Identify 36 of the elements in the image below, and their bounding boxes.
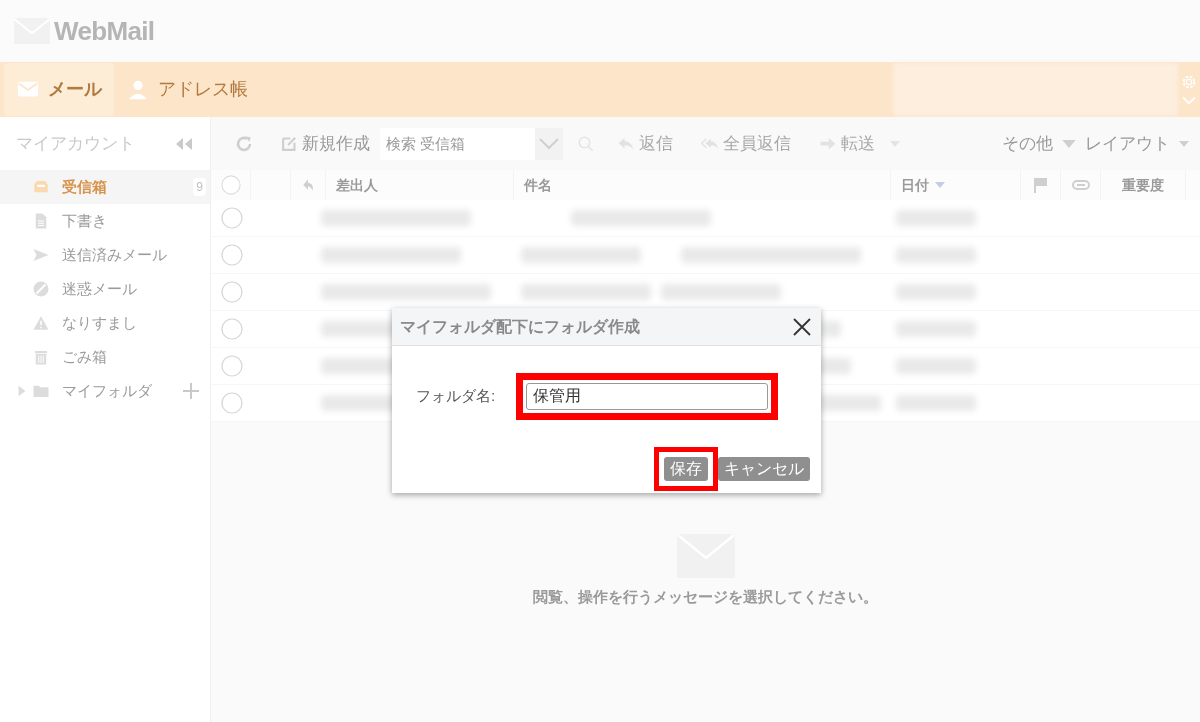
person-icon	[126, 78, 150, 101]
unread-count: 9	[193, 178, 206, 196]
close-button[interactable]	[791, 315, 813, 338]
column-header[interactable]: 件名	[524, 174, 552, 196]
empty-state-message: 閲覧、操作を行うメッセージを選択してください。	[533, 587, 878, 607]
nav-tab[interactable]: メール	[4, 63, 114, 116]
warning-icon	[32, 314, 50, 332]
column-header[interactable]: 日付	[901, 174, 929, 196]
flag-icon	[1033, 177, 1048, 193]
plus-icon	[182, 382, 200, 400]
close-icon	[793, 317, 811, 336]
save-button[interactable]: 保存	[664, 457, 708, 481]
settings-icon	[1181, 73, 1197, 90]
paperclip-icon	[1071, 180, 1090, 190]
menu-button[interactable]: その他	[1002, 130, 1077, 157]
caret-icon	[1061, 137, 1077, 150]
collapse-icon	[174, 136, 194, 151]
column-header[interactable]: 重要度	[1122, 174, 1164, 196]
trash-icon	[32, 348, 50, 366]
reply-status-icon	[301, 178, 315, 192]
edit-icon	[281, 135, 298, 152]
folder-item[interactable]: 受信箱 9	[0, 170, 210, 204]
cancel-button[interactable]: キャンセル	[718, 457, 810, 481]
caret-icon	[1178, 139, 1190, 148]
new-message-button[interactable]: 新規作成	[281, 130, 370, 157]
column-header[interactable]: 差出人	[336, 174, 378, 196]
prohibited-icon	[32, 280, 50, 298]
nav-tab[interactable]: アドレス帳	[114, 63, 260, 116]
field-label: フォルダ名:	[416, 386, 497, 407]
dialog-title: マイフォルダ配下にフォルダ作成	[400, 316, 640, 337]
refresh-icon	[235, 134, 253, 153]
folder-name-field[interactable]: 保管用	[526, 383, 768, 410]
menu-button[interactable]: レイアウト	[1085, 130, 1190, 157]
send-icon	[32, 246, 50, 264]
search-field[interactable]: 検索 受信箱	[380, 127, 563, 160]
app-logo: WebMail	[54, 14, 155, 48]
